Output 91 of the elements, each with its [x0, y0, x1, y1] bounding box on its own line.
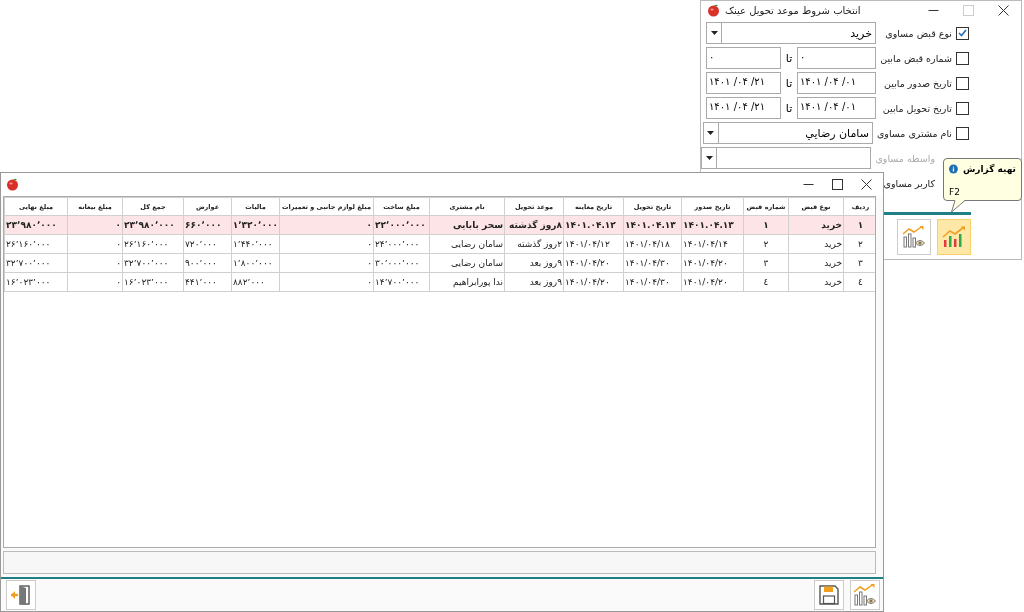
- filter-label: نام مشتری مساوی: [876, 127, 952, 139]
- filter-label: کاربر مساوی: [882, 177, 935, 189]
- range-separator: تا: [784, 51, 794, 65]
- table-cell: ۳: [743, 253, 789, 273]
- input-field[interactable]: ۰: [796, 47, 876, 69]
- table-cell: ۲: [843, 234, 875, 254]
- table-cell: خرید: [788, 253, 844, 273]
- table-cell: ۳۲٬۷۰۰٬۰۰۰: [4, 253, 68, 273]
- table-cell: ۲۶٬۱۶۰٬۰۰۰: [122, 234, 184, 254]
- range-separator: تا: [784, 76, 794, 90]
- info-icon: [949, 162, 958, 176]
- table-cell: ۱۴۰۱/۰۴/۲۰: [563, 253, 624, 273]
- checkbox[interactable]: [956, 126, 969, 140]
- window-title: انتخاب شروط موعد تحویل عینک: [725, 4, 862, 16]
- table-cell: ۰: [67, 253, 123, 273]
- table-cell: ۸۸۲٬۰۰۰: [231, 272, 280, 292]
- exit-button[interactable]: [6, 580, 36, 610]
- table-cell: ٤: [743, 272, 789, 292]
- maximize-icon: [963, 4, 974, 16]
- filter-label: واسطه مساوی: [875, 152, 935, 164]
- app-icon: [707, 3, 720, 17]
- table-cell: ۳: [843, 253, 875, 273]
- exit-door-icon: [10, 584, 32, 606]
- table-cell: ۲۴٬۰۰۰٬۰۰۰: [373, 234, 430, 254]
- table-cell: ۳۲٬۷۰۰٬۰۰۰: [122, 253, 184, 273]
- table-cell: ۰: [67, 272, 123, 292]
- table-cell: ۱٬۴۴۰٬۰۰۰: [231, 234, 280, 254]
- table-cell: ۰: [279, 253, 374, 273]
- close-icon[interactable]: [861, 179, 872, 190]
- checkbox[interactable]: [956, 101, 969, 115]
- input-field[interactable]: ۱۴۰۱ /۰۴ /۲۱: [706, 97, 782, 119]
- chart-preview-icon: [852, 583, 878, 607]
- chart-preview-icon: [901, 225, 927, 249]
- table-cell: ۱٬۸۰۰٬۰۰۰: [231, 253, 280, 273]
- combo-box[interactable]: سامان رضایي: [702, 122, 873, 144]
- table-cell: ۲: [743, 234, 789, 254]
- table-cell: ۳۰٬۰۰۰٬۰۰۰: [373, 253, 430, 273]
- table-cell: ۹روز بعد: [504, 253, 564, 273]
- table-cell: ۱۴۰۱/۰۴/۲۰: [563, 272, 624, 292]
- input-field[interactable]: ۱۴۰۱ /۰۴ /۲۱: [706, 72, 782, 94]
- app-icon: [6, 178, 19, 191]
- filter-label: تاریخ تحویل مابین: [881, 102, 952, 114]
- table-cell: سامان رضایی: [429, 253, 505, 273]
- dropdown-arrow-icon: [710, 31, 718, 35]
- table-cell: ندا پورابراهیم: [429, 272, 505, 292]
- table-cell: ۰: [279, 272, 374, 292]
- input-field[interactable]: ۱۴۰۱ /۰۴ /۰۱: [796, 72, 876, 94]
- report-preview-button[interactable]: [850, 580, 880, 610]
- checkbox[interactable]: [956, 51, 969, 65]
- range-separator: تا: [784, 101, 794, 115]
- table-cell: ۲۶٬۱۶۰٬۰۰۰: [4, 234, 68, 254]
- table-cell: ۲روز گذشته: [504, 234, 564, 254]
- table-cell: ۱۴٬۷۰۰٬۰۰۰: [373, 272, 430, 292]
- table-cell: سامان رضایی: [429, 234, 505, 254]
- table-cell: ۴۴۱٬۰۰۰: [183, 272, 232, 292]
- input-field[interactable]: ۰: [706, 47, 782, 69]
- table-cell: ۰: [67, 234, 123, 254]
- checkbox[interactable]: [956, 76, 969, 90]
- dropdown-arrow-icon: [705, 156, 713, 160]
- combo-box[interactable]: خرید: [706, 22, 876, 44]
- table-cell: ۱۴۰۱/۰۴/۱۲: [563, 234, 624, 254]
- table-cell: خرید: [788, 272, 844, 292]
- save-button[interactable]: [814, 580, 844, 610]
- checkbox[interactable]: [956, 26, 969, 40]
- report-preview-button[interactable]: [897, 219, 931, 255]
- table-cell: ۱۴۰۱/۰۴/۳۰: [623, 253, 682, 273]
- maximize-icon[interactable]: [832, 179, 843, 190]
- save-icon: [818, 584, 840, 606]
- table-cell: ۱۴۰۱/۰۴/۱۸: [623, 234, 682, 254]
- table-cell: ۱۶٬۰۲۳٬۰۰۰: [122, 272, 184, 292]
- dropdown-arrow-icon: [707, 131, 715, 135]
- report-button[interactable]: [937, 219, 971, 255]
- table-cell: ۱۴۰۱/۰۴/۳۰: [623, 272, 682, 292]
- table-cell: ۹۰۰٬۰۰۰: [183, 253, 232, 273]
- tooltip-title: تهیه گزارش: [962, 164, 1016, 174]
- shortcut-text: F2: [949, 187, 961, 197]
- close-icon[interactable]: [998, 4, 1009, 16]
- table-cell: ۱۴۰۱/۰۴/۲۰: [681, 272, 744, 292]
- table-cell: ٤: [843, 272, 875, 292]
- table-cell: ۰: [279, 234, 374, 254]
- filter-label: تاریخ صدور مابین: [883, 77, 952, 89]
- chart-icon: [941, 225, 967, 249]
- table-cell: ۷۲۰٬۰۰۰: [183, 234, 232, 254]
- table-cell: ۹روز بعد: [504, 272, 564, 292]
- input-field[interactable]: ۱۴۰۱ /۰۴ /۰۱: [796, 97, 876, 119]
- table-cell: خرید: [788, 234, 844, 254]
- table-cell: ۱۴۰۱/۰۴/۱۴: [681, 234, 744, 254]
- table-cell: ۱۴۰۱/۰۴/۲۰: [681, 253, 744, 273]
- filter-label: شماره قبض مابین: [880, 52, 952, 64]
- table-cell: ۱۶٬۰۲۳٬۰۰۰: [4, 272, 68, 292]
- filter-label: نوع قبض مساوی: [884, 27, 952, 39]
